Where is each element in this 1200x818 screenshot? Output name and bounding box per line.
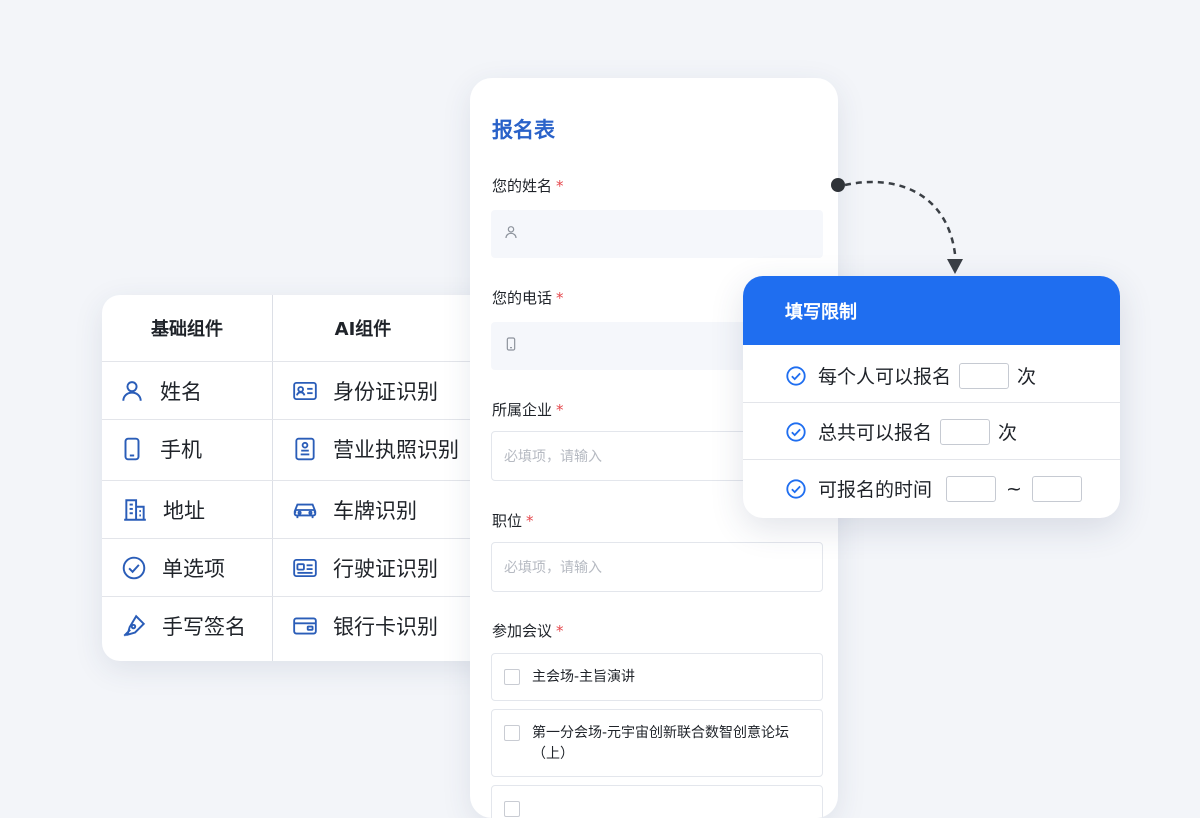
range-separator: ~ [1006, 477, 1022, 500]
driving-license-icon [291, 554, 319, 582]
required-mark: * [526, 512, 534, 530]
component-bank-card[interactable]: 银行卡识别 [291, 597, 438, 655]
component-label: 地址 [163, 499, 205, 523]
limit-total[interactable]: 总共可以报名 次 [743, 403, 1120, 460]
connector-line [844, 180, 957, 255]
component-palette: 基础组件 AI组件 姓名 手机 地址 单选项 手写签名 身份证识别 营业执照识别… [102, 295, 502, 661]
car-icon [291, 496, 319, 524]
component-label: 手机 [160, 438, 202, 462]
component-label: 身份证识别 [333, 380, 438, 404]
phone-icon [503, 336, 519, 356]
meeting-option-label: 第一分会场-元宇宙创新联合数智创意论坛（上） [532, 725, 790, 762]
building-icon [121, 496, 149, 524]
component-plate[interactable]: 车牌识别 [291, 481, 417, 539]
connector-arrow [831, 178, 963, 274]
time-end-input[interactable] [1031, 475, 1082, 502]
limit-suffix: 次 [1017, 366, 1037, 388]
meeting-option[interactable]: 主会场-主旨演讲 [491, 653, 823, 701]
check-circle-icon [785, 421, 807, 443]
component-phone[interactable]: 手机 [118, 420, 202, 478]
limit-label: 可报名的时间 [818, 479, 933, 501]
check-circle-icon [785, 365, 807, 387]
pen-icon [120, 612, 148, 640]
component-label: 单选项 [162, 557, 225, 581]
position-placeholder: 必填项，请输入 [504, 560, 602, 576]
component-driving-license[interactable]: 行驶证识别 [291, 539, 438, 597]
component-name[interactable]: 姓名 [118, 362, 202, 420]
phone-icon [118, 435, 146, 463]
limit-time[interactable]: 可报名的时间 ~ [743, 460, 1120, 517]
check-circle-icon [120, 554, 148, 582]
column-divider [272, 295, 273, 661]
required-mark: * [556, 177, 564, 195]
bank-card-icon [291, 612, 319, 640]
limit-label: 总共可以报名 [818, 422, 933, 444]
limit-title: 填写限制 [743, 276, 1120, 345]
name-input[interactable] [491, 210, 823, 258]
arrow-head-icon [947, 259, 963, 274]
position-label: 职位 * [492, 512, 534, 530]
check-circle-icon [785, 478, 807, 500]
component-address[interactable]: 地址 [121, 481, 205, 539]
time-start-input[interactable] [946, 475, 997, 502]
component-label: 手写签名 [162, 615, 246, 639]
limit-total-input[interactable] [940, 418, 991, 445]
user-icon [118, 377, 146, 405]
limit-count-input[interactable] [959, 362, 1010, 389]
form-title: 报名表 [492, 118, 555, 142]
required-mark: * [556, 622, 564, 640]
component-signature[interactable]: 手写签名 [120, 597, 246, 655]
limit-label: 每个人可以报名 [818, 366, 952, 388]
checkbox[interactable] [504, 801, 520, 817]
position-input[interactable]: 必填项，请输入 [491, 542, 823, 592]
limit-per-person[interactable]: 每个人可以报名 次 [743, 347, 1120, 404]
limit-suffix: 次 [998, 422, 1018, 444]
company-placeholder: 必填项，请输入 [504, 449, 602, 465]
meeting-option-label: 主会场-主旨演讲 [532, 668, 636, 685]
meeting-option[interactable] [491, 785, 823, 818]
meeting-option[interactable]: 第一分会场-元宇宙创新联合数智创意论坛（上） [491, 709, 823, 777]
component-label: 银行卡识别 [333, 615, 438, 639]
component-label: 车牌识别 [333, 499, 417, 523]
checkbox[interactable] [504, 725, 520, 741]
connector-dot [831, 178, 845, 192]
phone-label: 您的电话 * [492, 289, 564, 307]
component-id-card[interactable]: 身份证识别 [291, 362, 438, 420]
fill-limit-card: 填写限制 每个人可以报名 次 总共可以报名 次 可报名的时间 ~ [743, 276, 1120, 518]
company-label: 所属企业 * [492, 401, 564, 419]
name-label: 您的姓名 * [492, 177, 564, 195]
user-icon [503, 224, 519, 244]
id-card-icon [291, 377, 319, 405]
component-label: 营业执照识别 [333, 438, 459, 462]
component-radio[interactable]: 单选项 [120, 539, 225, 597]
required-mark: * [556, 289, 564, 307]
component-business-license[interactable]: 营业执照识别 [291, 420, 459, 478]
license-icon [291, 435, 319, 463]
ai-components-header: AI组件 [334, 319, 392, 340]
component-label: 行驶证识别 [333, 557, 438, 581]
basic-components-header: 基础组件 [151, 319, 223, 340]
component-label: 姓名 [160, 380, 202, 404]
required-mark: * [556, 401, 564, 419]
meeting-label: 参加会议 * [492, 622, 564, 640]
checkbox[interactable] [504, 669, 520, 685]
